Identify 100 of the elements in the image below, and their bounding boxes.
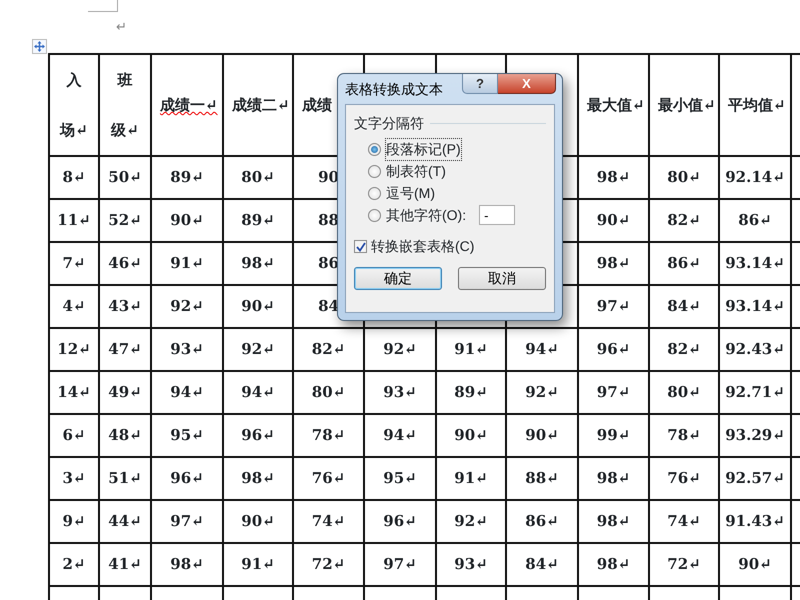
header-cell-text: 入 — [66, 70, 82, 90]
input-field[interactable]: - — [479, 205, 516, 225]
table-cell: 44↵ — [108, 512, 142, 530]
table-cell: 89↵ — [454, 383, 488, 402]
radio-label[interactable]: 制表符(T) — [386, 160, 446, 182]
table-cell: 95↵ — [170, 426, 204, 444]
table-cell: 96↵ — [170, 469, 204, 488]
table-cell: 92↵ — [170, 297, 204, 316]
table-cell: 90↵ — [241, 512, 275, 530]
table-cell: 98↵ — [596, 469, 630, 488]
table-cell: 80↵ — [667, 383, 701, 402]
table-cell: 94↵ — [383, 426, 417, 444]
header-cell-text: 级↵ — [111, 120, 139, 141]
table-cell: 12↵ — [57, 340, 91, 358]
table-cell: 97↵ — [596, 297, 630, 316]
table-move-handle[interactable] — [32, 39, 47, 54]
table-cell: 86↵ — [738, 211, 772, 230]
header-cell: 最大值↵ — [587, 96, 645, 114]
table-cell: 41↵ — [108, 555, 142, 574]
table-cell: 72↵ — [667, 555, 701, 574]
radio-label[interactable]: 段落标记(P) — [386, 138, 461, 160]
checkbox[interactable] — [354, 240, 367, 253]
move-icon — [34, 41, 45, 52]
table-cell: 4↵ — [62, 297, 86, 316]
radio-button[interactable] — [368, 208, 381, 222]
header-cell-text: 班 — [118, 70, 132, 90]
table-cell: 52↵ — [108, 211, 142, 230]
table-cell: 84↵ — [667, 297, 701, 316]
table-cell: 90↵ — [170, 211, 204, 230]
radio-button[interactable] — [368, 186, 381, 200]
table-cell: 96↵ — [241, 426, 275, 444]
table-cell: 97↵ — [383, 555, 417, 574]
table-cell: 98↵ — [170, 555, 204, 574]
table-cell: 76↵ — [667, 469, 701, 488]
table-cell: 97↵ — [596, 383, 630, 402]
header-cell: 成绩二↵ — [232, 96, 290, 114]
table-cell: 90↵ — [596, 211, 630, 230]
table-cell: 98↵ — [596, 555, 630, 574]
table-cell: 84 — [318, 297, 339, 316]
table-cell: 48↵ — [108, 426, 142, 444]
page-corner-mark — [88, 0, 118, 12]
table-cell: 82↵ — [667, 211, 701, 230]
header-cell: 最小值↵ — [658, 96, 716, 114]
table-cell: 98↵ — [241, 469, 275, 488]
cancel-button[interactable]: 取消 — [458, 267, 546, 290]
table-cell: 98↵ — [596, 512, 630, 530]
header-cell: 成绩一↵ — [160, 96, 218, 114]
table-cell: 97↵ — [170, 512, 204, 530]
table-cell: 3↵ — [62, 469, 86, 488]
help-button[interactable]: ? — [462, 74, 498, 94]
table-cell: 95↵ — [383, 469, 417, 488]
table-cell: 93↵ — [454, 555, 488, 574]
dialog-title: 表格转换成文本 — [345, 80, 443, 98]
table-cell: 80↵ — [312, 383, 346, 402]
table-cell: 89↵ — [170, 168, 204, 186]
table-cell: 80↵ — [667, 168, 701, 186]
table-cell: 51↵ — [108, 469, 142, 488]
table-cell: 91↵ — [170, 254, 204, 272]
table-cell: 2↵ — [62, 555, 86, 574]
table-cell: 43↵ — [108, 297, 142, 316]
table-cell: 74↵ — [667, 512, 701, 530]
table-cell: 92↵ — [525, 383, 559, 402]
table-cell: 78↵ — [312, 426, 346, 444]
table-cell: 91.43↵ — [725, 512, 785, 530]
table-cell: 9↵ — [62, 512, 86, 530]
checkbox-label[interactable]: 转换嵌套表格(C) — [371, 236, 474, 257]
table-cell: 86↵ — [667, 254, 701, 272]
table-cell: 86↵ — [525, 512, 559, 530]
table-cell: 98↵ — [241, 254, 275, 272]
table-cell: 74↵ — [312, 512, 346, 530]
table-cell: 92↵ — [383, 340, 417, 358]
table-cell: 7↵ — [62, 254, 86, 272]
table-cell: 82↵ — [667, 340, 701, 358]
radio-label[interactable]: 其他字符(O): — [386, 204, 466, 226]
table-cell: 92.14↵ — [725, 168, 785, 186]
group-label: 文字分隔符 — [354, 114, 424, 133]
table-cell: 50↵ — [108, 168, 142, 186]
table-cell: 76↵ — [312, 469, 346, 488]
ok-button[interactable]: 确定 — [354, 267, 442, 290]
table-cell: 93.14↵ — [725, 254, 785, 272]
table-cell: 92.71↵ — [725, 383, 785, 402]
table-cell: 46↵ — [108, 254, 142, 272]
table-cell: 89↵ — [241, 211, 275, 230]
radio-button[interactable] — [368, 164, 381, 178]
table-cell: 90↵ — [738, 555, 772, 574]
radio-button[interactable] — [368, 142, 381, 156]
header-cell: 成绩 — [302, 96, 332, 114]
table-cell: 96↵ — [383, 512, 417, 530]
table-cell: 88↵ — [525, 469, 559, 488]
table-cell: 98↵ — [596, 168, 630, 186]
table-cell: 99↵ — [596, 426, 630, 444]
paragraph-mark: ↵ — [116, 19, 127, 37]
radio-label[interactable]: 逗号(M) — [386, 182, 435, 204]
table-cell: 47↵ — [108, 340, 142, 358]
table-cell: 8↵ — [62, 168, 86, 186]
table-cell: 91↵ — [454, 469, 488, 488]
table-cell: 86 — [318, 254, 339, 272]
table-cell: 98↵ — [596, 254, 630, 272]
table-cell: 96↵ — [596, 340, 630, 358]
table-cell: 92.57↵ — [725, 469, 785, 488]
